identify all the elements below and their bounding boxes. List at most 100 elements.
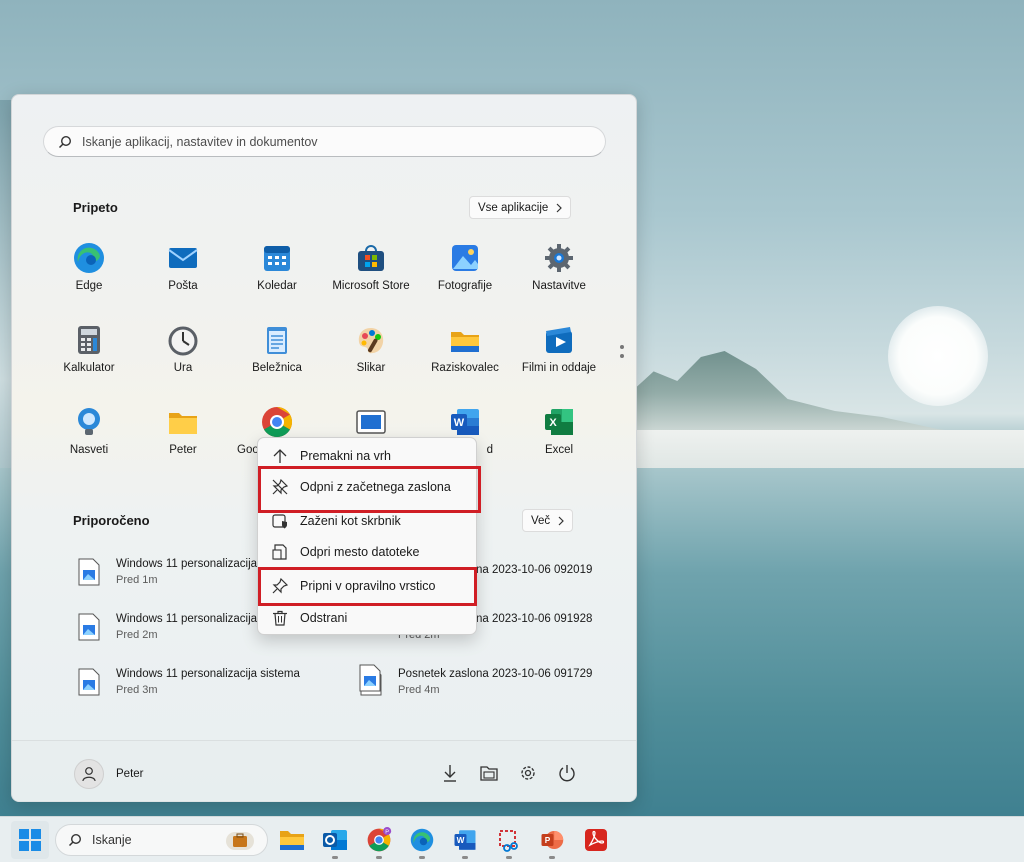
windows-logo-icon (19, 829, 41, 851)
pinned-title: Pripeto (73, 200, 118, 215)
avatar (74, 759, 104, 789)
page-dots[interactable] (620, 345, 624, 363)
acrobat-icon (585, 829, 607, 851)
recommended-title: Priporočeno (73, 513, 150, 528)
running-indicator (376, 856, 382, 859)
taskbar-outlook[interactable] (320, 825, 350, 855)
highlight-box-pin-taskbar (258, 567, 477, 606)
running-indicator (419, 856, 425, 859)
briefcase-icon (226, 832, 254, 850)
taskbar-edge[interactable] (407, 825, 437, 855)
edge-icon (410, 828, 434, 852)
pinned-app-clock[interactable]: Ura (135, 324, 231, 374)
running-indicator (462, 856, 468, 859)
excel-icon: X (543, 406, 575, 438)
menu-item-open-file-location[interactable]: Odpri mesto datoteke (258, 537, 476, 567)
settings-icon[interactable] (518, 763, 538, 783)
notepad-icon (261, 324, 293, 356)
power-icon[interactable] (557, 763, 577, 783)
running-indicator (506, 856, 512, 859)
edge-icon (73, 242, 105, 274)
menu-item-uninstall[interactable]: Odstrani (258, 603, 476, 633)
calendar-icon (261, 242, 293, 274)
pinned-app-store[interactable]: Microsoft Store (323, 242, 419, 292)
pinned-app-edge[interactable]: Edge (41, 242, 137, 292)
chrome-icon (261, 406, 293, 438)
pinned-app-paint[interactable]: Slikar (323, 324, 419, 374)
snipping-tool-icon (499, 830, 518, 852)
taskbar-search-placeholder: Iskanje (92, 833, 132, 847)
taskbar-chrome[interactable]: P (364, 825, 394, 855)
pinned-app-settings[interactable]: Nastavitve (511, 242, 607, 292)
taskbar-powerpoint[interactable]: P (537, 825, 567, 855)
chevron-right-icon (556, 203, 563, 212)
word-icon: W (454, 830, 476, 850)
taskbar: Iskanje P W P (0, 816, 1024, 862)
folder-icon (280, 831, 304, 850)
start-footer: Peter (12, 740, 636, 802)
clock-icon (167, 324, 199, 356)
shield-admin-icon (272, 513, 288, 529)
image-file-icon (78, 558, 100, 586)
user-icon (82, 767, 96, 782)
more-button[interactable]: Več (522, 509, 574, 532)
downloads-icon[interactable] (440, 763, 460, 783)
app-window-icon (355, 406, 387, 438)
chevron-right-icon (558, 516, 565, 525)
calculator-icon (73, 324, 105, 356)
arrow-up-icon (272, 448, 288, 464)
powerpoint-icon: P (541, 831, 564, 849)
settings-gear-icon (543, 242, 575, 274)
pinned-app-calculator[interactable]: Kalkulator (41, 324, 137, 374)
taskbar-snipping-tool[interactable] (494, 825, 524, 855)
tips-icon (73, 406, 105, 438)
chrome-icon: P (367, 827, 392, 852)
user-account-button[interactable]: Peter (74, 759, 144, 789)
svg-text:W: W (454, 417, 465, 429)
svg-text:W: W (457, 836, 465, 845)
documents-folder-icon[interactable] (479, 763, 499, 783)
more-label: Več (531, 514, 551, 527)
recommended-item[interactable]: Windows 11 personalizacija sistema Pred 3… (78, 662, 338, 702)
taskbar-file-explorer[interactable] (277, 825, 307, 855)
user-name: Peter (116, 768, 144, 780)
mail-icon (167, 242, 199, 274)
taskbar-acrobat[interactable] (581, 825, 611, 855)
folder-icon (449, 324, 481, 356)
movies-icon (543, 324, 575, 356)
running-indicator (549, 856, 555, 859)
running-indicator (332, 856, 338, 859)
all-apps-button[interactable]: Vse aplikacije (469, 196, 572, 219)
file-location-icon (272, 544, 288, 560)
taskbar-word[interactable]: W (450, 825, 480, 855)
svg-text:P: P (545, 836, 551, 845)
pinned-app-notepad[interactable]: Beležnica (229, 324, 325, 374)
image-file-icon (78, 613, 100, 641)
svg-text:X: X (549, 417, 557, 429)
highlight-box-unpin (258, 466, 481, 513)
start-button[interactable] (11, 821, 49, 859)
recommended-item[interactable]: Posnetek zaslona 2023-10-06 091729 Pred 4… (360, 662, 620, 702)
search-icon (68, 833, 82, 847)
pinned-app-excel[interactable]: X Excel (511, 406, 607, 456)
pinned-app-movies[interactable]: Filmi in oddaje (511, 324, 607, 374)
store-icon (355, 242, 387, 274)
taskbar-search[interactable]: Iskanje (55, 824, 268, 856)
search-icon (58, 135, 72, 148)
wallpaper-shore (630, 430, 1024, 470)
trash-icon (272, 610, 288, 626)
pinned-app-photos[interactable]: Fotografije (417, 242, 513, 292)
pinned-folder-peter[interactable]: Peter (135, 406, 231, 456)
pinned-app-file-explorer[interactable]: Raziskovalec (417, 324, 513, 374)
search-placeholder: Iskanje aplikacij, nastavitev in dokumen… (82, 134, 318, 149)
folder-icon (167, 406, 199, 438)
start-search-box[interactable]: Iskanje aplikacij, nastavitev in dokumen… (43, 126, 606, 157)
outlook-icon (323, 830, 347, 850)
paint-icon (355, 324, 387, 356)
pinned-app-calendar[interactable]: Koledar (229, 242, 325, 292)
image-file-icon (78, 668, 100, 696)
pinned-app-tips[interactable]: Nasveti (41, 406, 137, 456)
pinned-app-mail[interactable]: Pošta (135, 242, 231, 292)
wallpaper-sun (888, 306, 988, 406)
image-file-icon (359, 664, 381, 692)
